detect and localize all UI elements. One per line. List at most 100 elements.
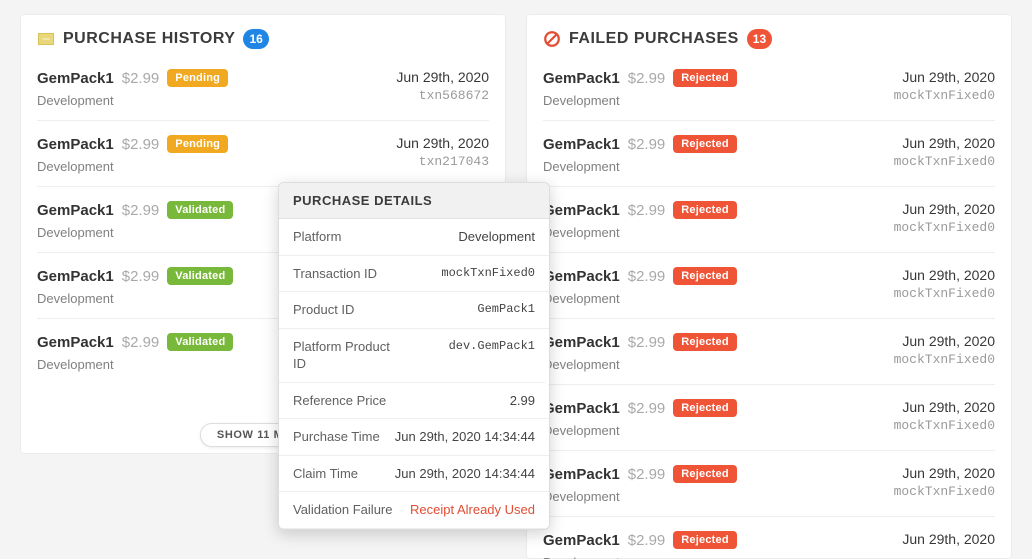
status-badge: Pending — [167, 135, 228, 153]
detail-row-product-id: Product ID GemPack1 — [279, 292, 549, 329]
transaction-id: txn217043 — [396, 154, 489, 169]
detail-label: Platform Product ID — [293, 338, 403, 373]
product-price: $2.99 — [122, 334, 160, 351]
environment-label: Development — [543, 555, 737, 559]
environment-label: Development — [37, 357, 233, 372]
purchase-date: Jun 29th, 2020 — [894, 135, 995, 151]
failed-row[interactable]: GemPack1 $2.99 Rejected Development Jun 29th… — [543, 121, 995, 187]
detail-value: mockTxnFixed0 — [441, 265, 535, 281]
detail-value: dev.GemPack1 — [449, 338, 535, 354]
product-price: $2.99 — [122, 268, 160, 285]
product-price: $2.99 — [628, 532, 666, 549]
product-price: $2.99 — [628, 334, 666, 351]
failed-purchases-count-badge: 13 — [747, 29, 772, 49]
detail-label: Transaction ID — [293, 265, 377, 283]
detail-label: Claim Time — [293, 465, 358, 483]
product-price: $2.99 — [628, 202, 666, 219]
status-badge: Pending — [167, 69, 228, 87]
environment-label: Development — [543, 93, 737, 108]
detail-label: Platform — [293, 228, 341, 246]
product-price: $2.99 — [628, 268, 666, 285]
purchase-history-title: PURCHASE HISTORY — [63, 30, 235, 48]
detail-row-reference-price: Reference Price 2.99 — [279, 383, 549, 420]
detail-value: Receipt Already Used — [410, 501, 535, 519]
environment-label: Development — [37, 93, 228, 108]
status-badge: Rejected — [673, 267, 736, 285]
product-name: GemPack1 — [37, 70, 114, 87]
detail-value: 2.99 — [510, 392, 535, 410]
product-name: GemPack1 — [543, 400, 620, 417]
environment-label: Development — [543, 291, 737, 306]
environment-label: Development — [37, 159, 228, 174]
product-price: $2.99 — [628, 466, 666, 483]
status-badge: Validated — [167, 333, 233, 351]
history-row[interactable]: GemPack1$2.99PendingDevelopmentJun 29th,… — [37, 121, 489, 187]
transaction-id: mockTxnFixed0 — [894, 418, 995, 433]
product-price: $2.99 — [122, 136, 160, 153]
product-price: $2.99 — [628, 136, 666, 153]
environment-label: Development — [543, 489, 737, 504]
transaction-id: mockTxnFixed0 — [894, 352, 995, 367]
status-badge: Validated — [167, 267, 233, 285]
transaction-id: txn568672 — [396, 88, 489, 103]
environment-label: Development — [543, 159, 737, 174]
transaction-id: mockTxnFixed0 — [894, 286, 995, 301]
failed-row[interactable]: GemPack1 $2.99 Rejected Development Jun 29th… — [543, 451, 995, 517]
failed-purchases-header: FAILED PURCHASES 13 — [543, 29, 995, 49]
product-price: $2.99 — [122, 70, 160, 87]
status-badge: Rejected — [673, 69, 736, 87]
purchase-history-header: PURCHASE HISTORY 16 — [37, 29, 489, 49]
failed-row[interactable]: GemPack1 $2.99 Rejected Development Jun 29th… — [543, 319, 995, 385]
history-row[interactable]: GemPack1$2.99PendingDevelopmentJun 29th,… — [37, 55, 489, 121]
environment-label: Development — [543, 357, 737, 372]
transaction-id: mockTxnFixed0 — [894, 484, 995, 499]
detail-value: GemPack1 — [477, 301, 535, 317]
product-price: $2.99 — [628, 70, 666, 87]
product-price: $2.99 — [628, 400, 666, 417]
product-name: GemPack1 — [543, 70, 620, 87]
detail-label: Validation Failure — [293, 501, 392, 519]
purchase-date: Jun 29th, 2020 — [894, 333, 995, 349]
detail-label: Purchase Time — [293, 428, 380, 446]
detail-row-validation-failure: Validation Failure Receipt Already Used — [279, 492, 549, 529]
environment-label: Development — [37, 291, 233, 306]
product-name: GemPack1 — [37, 202, 114, 219]
status-badge: Rejected — [673, 135, 736, 153]
failed-row[interactable]: GemPack1$2.99RejectedDevelopmentJun 29th… — [543, 385, 995, 451]
failed-row[interactable]: GemPack1$2.99RejectedDevelopmentJun 29th… — [543, 55, 995, 121]
product-price: $2.99 — [122, 202, 160, 219]
status-badge: Rejected — [673, 531, 736, 549]
transaction-id: mockTxnFixed0 — [894, 154, 995, 169]
product-name: GemPack1 — [543, 334, 620, 351]
purchase-date: Jun 29th, 2020 — [396, 135, 489, 151]
failed-purchases-card: FAILED PURCHASES 13 GemPack1 $2.99 Rejecte… — [526, 14, 1012, 559]
purchase-details-popover: PURCHASE DETAILS Platform Development Tr… — [278, 182, 550, 530]
product-name: GemPack1 — [37, 268, 114, 285]
failed-row[interactable]: GemPack1$2.99RejectedDevelopmentJun 29th… — [543, 253, 995, 319]
no-entry-icon — [543, 30, 561, 48]
purchase-history-count-badge: 16 — [243, 29, 268, 49]
product-name: GemPack1 — [543, 268, 620, 285]
failed-row[interactable]: GemPack1$2.99RejectedDevelopmentJun 29th… — [543, 517, 995, 559]
purchase-details-title: PURCHASE DETAILS — [279, 183, 549, 219]
status-badge: Validated — [167, 201, 233, 219]
detail-row-purchase-time: Purchase Time Jun 29th, 2020 14:34:44 — [279, 419, 549, 456]
purchase-date: Jun 29th, 2020 — [894, 465, 995, 481]
detail-label: Reference Price — [293, 392, 386, 410]
detail-row-platform: Platform Development — [279, 219, 549, 256]
detail-row-platform-product-id: Platform Product ID dev.GemPack1 — [279, 329, 549, 383]
detail-row-claim-time: Claim Time Jun 29th, 2020 14:34:44 — [279, 456, 549, 493]
detail-row-transaction-id: Transaction ID mockTxnFixed0 — [279, 256, 549, 293]
status-badge: Rejected — [673, 333, 736, 351]
product-name: GemPack1 — [543, 466, 620, 483]
product-name: GemPack1 — [543, 136, 620, 153]
failed-row[interactable]: GemPack1$2.99RejectedDevelopmentJun 29th… — [543, 187, 995, 253]
product-name: GemPack1 — [543, 202, 620, 219]
environment-label: Development — [543, 225, 737, 240]
transaction-id: mockTxnFixed0 — [894, 220, 995, 235]
status-badge: Rejected — [673, 465, 736, 483]
transaction-id: mockTxnFixed0 — [894, 88, 995, 103]
status-badge: Rejected — [673, 399, 736, 417]
detail-label: Product ID — [293, 301, 354, 319]
detail-value: Jun 29th, 2020 14:34:44 — [395, 428, 535, 446]
